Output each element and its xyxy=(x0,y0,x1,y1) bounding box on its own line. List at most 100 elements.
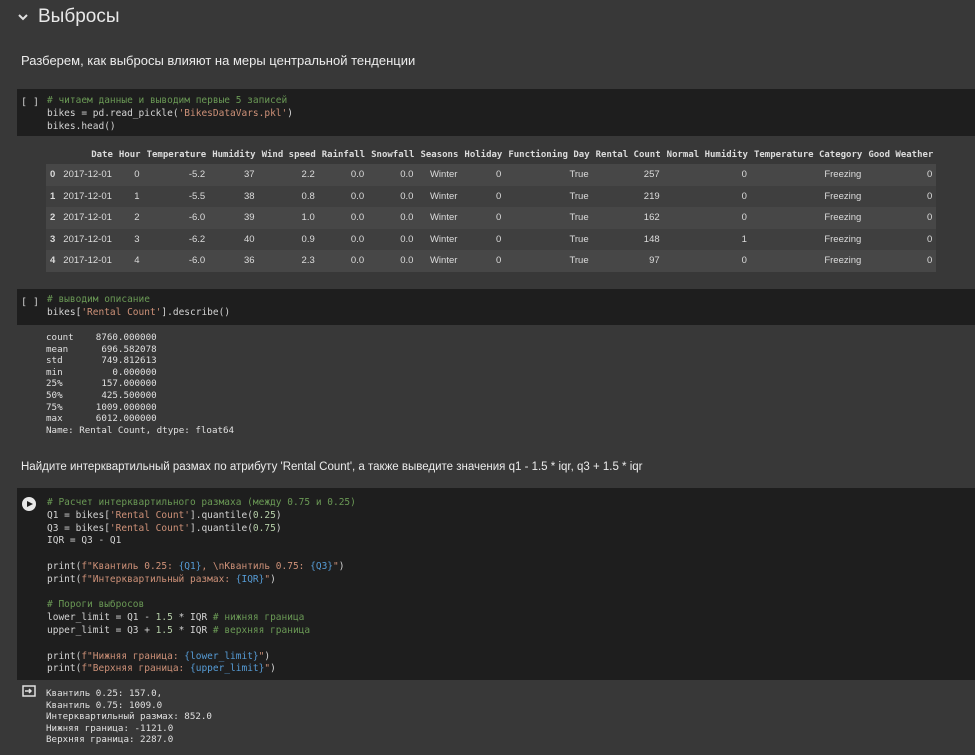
code-token: ) xyxy=(287,107,293,119)
code-var: {upper_limit} xyxy=(190,663,265,675)
code-editor-2[interactable]: # выводим описание bikes['Rental Count']… xyxy=(47,294,230,320)
table-cell: 0.0 xyxy=(400,255,414,267)
table-header-row: Date Hour Temperature Humidity Wind speed Rai… xyxy=(46,146,936,164)
row-index: 4 xyxy=(50,255,56,267)
column-header: Functioning Day xyxy=(508,150,590,160)
code-var: {IQR} xyxy=(235,573,265,585)
code-number: 0.75 xyxy=(252,522,276,534)
table-row: 4 2017-12-01 4 -6.0 36 2.3 0.0 0.0 Winter 0 True 97… xyxy=(46,250,937,272)
code-comment: # выводим описание xyxy=(47,294,150,305)
column-header: Hour xyxy=(118,150,141,160)
table-cell: 0.0 xyxy=(350,169,365,181)
dataframe-table: Date Hour Temperature Humidity Wind speed Rai… xyxy=(46,146,937,272)
table-cell: 38 xyxy=(243,190,255,202)
section-header[interactable]: Выбросы xyxy=(0,0,975,38)
table-cell: Winter xyxy=(429,233,458,245)
table-cell: Winter xyxy=(429,169,458,181)
table-cell: 0 xyxy=(927,169,933,181)
code-comment: # Расчет интерквартильного размаха (межд… xyxy=(47,497,356,508)
column-header xyxy=(46,146,59,164)
table-cell: True xyxy=(569,212,589,224)
column-header: Seasons xyxy=(420,150,459,160)
table-cell: 1.0 xyxy=(301,212,315,224)
code-token: Q1 = bikes[ xyxy=(47,509,110,521)
table-cell: -5.5 xyxy=(188,190,206,202)
code-string: 'Rental Count' xyxy=(81,306,162,318)
chevron-down-icon[interactable] xyxy=(16,10,30,24)
table-cell: Winter xyxy=(429,212,458,224)
column-header: Rental Count xyxy=(595,150,661,160)
table-cell: Winter xyxy=(429,255,458,267)
code-token: ) xyxy=(338,560,345,572)
row-index: 1 xyxy=(50,190,56,202)
code-token: bikes = pd.read_pickle( xyxy=(47,107,179,119)
play-icon[interactable] xyxy=(22,497,36,511)
row-index: 0 xyxy=(50,169,56,181)
table-cell: True xyxy=(569,169,589,181)
row-index: 2 xyxy=(50,212,56,224)
table-cell: 0.0 xyxy=(400,212,414,224)
table-cell: -6.0 xyxy=(188,255,206,267)
code-token: ].quantile( xyxy=(190,522,253,534)
table-cell: 0 xyxy=(496,233,502,245)
table-cell: 2017-12-01 xyxy=(63,190,112,202)
code-token: IQR = Q3 - Q1 xyxy=(47,535,122,547)
table-cell: 0 xyxy=(927,255,933,267)
row-index: 3 xyxy=(50,233,56,245)
code-token: bikes[ xyxy=(47,306,82,318)
column-header: Temperature Category xyxy=(753,150,863,160)
column-header: Temperature xyxy=(146,150,207,160)
code-cell-3[interactable]: # Расчет интерквартильного размаха (межд… xyxy=(17,488,975,680)
table-cell: 0.8 xyxy=(301,190,315,202)
table-cell: 0 xyxy=(927,233,933,245)
table-cell: 0.0 xyxy=(400,233,414,245)
code-token: ].quantile( xyxy=(190,509,253,521)
code-cell-1[interactable]: [ ] # читаем данные и выводим первые 5 з… xyxy=(17,89,975,136)
code-string: 'BikesDataVars.pkl' xyxy=(178,107,288,119)
table-cell: 0.9 xyxy=(301,233,315,245)
code-token: ) xyxy=(275,522,282,534)
code-number: 0.25 xyxy=(252,509,276,521)
output-arrow-icon[interactable] xyxy=(22,685,36,697)
table-cell: 0.0 xyxy=(350,233,365,245)
table-row: 2 2017-12-01 2 -6.0 39 1.0 0.0 0.0 Winter 0 True 16… xyxy=(46,207,937,229)
code-editor-3[interactable]: # Расчет интерквартильного размаха (межд… xyxy=(47,497,356,676)
code-string: f"Квантиль 0.25: xyxy=(81,560,179,572)
table-cell: Winter xyxy=(429,190,458,202)
code-token: upper_limit = Q3 + xyxy=(47,624,156,636)
code-token: print( xyxy=(47,560,82,572)
code-comment: # верхняя граница xyxy=(212,624,311,636)
table-cell: Freezing xyxy=(824,233,862,245)
table-cell: 2017-12-01 xyxy=(63,233,112,245)
column-header: Rainfall xyxy=(321,150,366,160)
table-cell: 39 xyxy=(243,212,255,224)
code-token: * IQR xyxy=(172,624,213,636)
code-string: f"Верхняя граница: xyxy=(81,663,190,675)
code-token: print( xyxy=(47,663,82,675)
table-cell: 257 xyxy=(643,169,660,181)
code-string: , \nКвантиль 0.75: xyxy=(201,560,311,572)
code-editor-1[interactable]: # читаем данные и выводим первые 5 запис… xyxy=(47,95,293,133)
table-row: 0 2017-12-01 0 -5.2 37 2.2 0.0 0.0 Winter 0 True 25… xyxy=(46,164,937,186)
table-cell: 0 xyxy=(496,255,502,267)
table-cell: 0 xyxy=(496,169,502,181)
table-cell: 2017-12-01 xyxy=(63,212,112,224)
cell-gutter[interactable]: [ ] xyxy=(21,297,39,308)
table-cell: 1 xyxy=(134,190,140,202)
column-header: Good Weather xyxy=(868,150,934,160)
table-cell: 148 xyxy=(643,233,660,245)
table-cell: Freezing xyxy=(824,212,862,224)
cell-gutter[interactable]: [ ] xyxy=(21,97,39,108)
code-cell-2[interactable]: [ ] # выводим описание bikes['Rental Cou… xyxy=(17,289,975,325)
code-number: 1.5 xyxy=(155,624,173,636)
table-cell: 2.2 xyxy=(301,169,315,181)
table-cell: 0 xyxy=(927,212,933,224)
describe-output: count 8760.000000 mean 696.582078 std 74… xyxy=(46,332,235,436)
table-row: 1 2017-12-01 1 -5.5 38 0.8 0.0 0.0 Winter 0 True 21… xyxy=(46,185,937,207)
table-cell: 2.3 xyxy=(301,255,315,267)
code-string: f"Интерквартильный размах: xyxy=(81,573,236,585)
column-header: Snowfall xyxy=(371,150,415,160)
code-token: lower_limit = Q1 - xyxy=(47,612,156,624)
table-cell: 0 xyxy=(496,212,502,224)
code-string: f"Нижняя граница: xyxy=(81,650,185,662)
